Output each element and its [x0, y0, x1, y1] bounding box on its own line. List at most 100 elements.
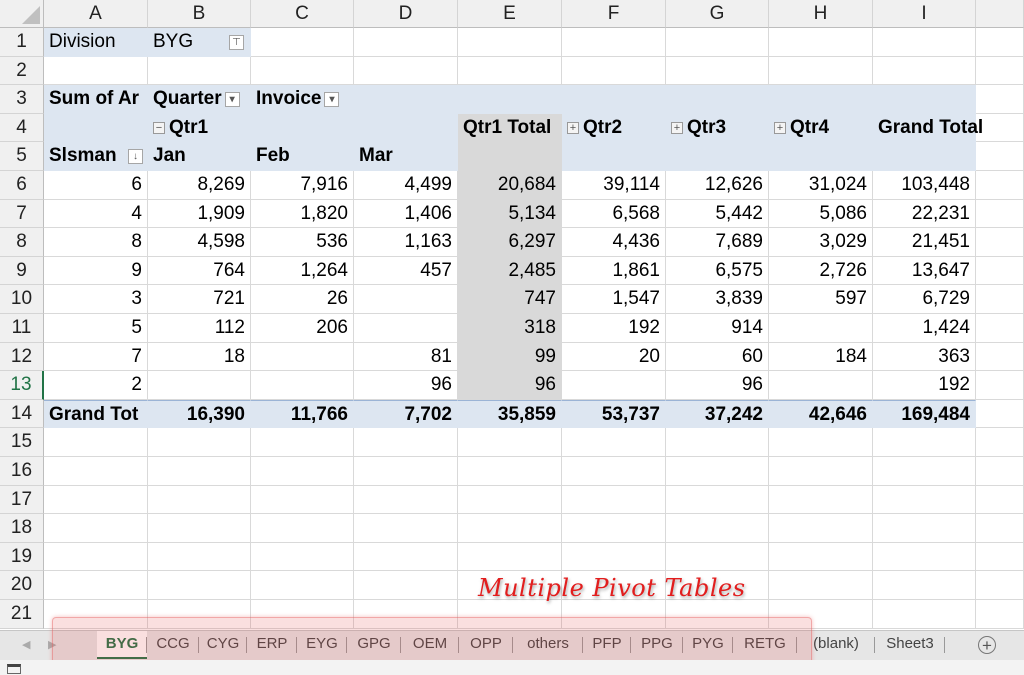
- value-cell[interactable]: 1,424: [873, 314, 976, 343]
- cell[interactable]: [354, 428, 458, 457]
- value-cell[interactable]: 1,861: [562, 256, 666, 286]
- collapse-icon[interactable]: −: [153, 121, 165, 134]
- cell[interactable]: [873, 428, 976, 457]
- sheet-tab-eyg[interactable]: EYG: [297, 631, 347, 659]
- column-header-b[interactable]: B: [148, 0, 251, 28]
- cell[interactable]: [251, 485, 354, 515]
- cell[interactable]: [976, 485, 1024, 515]
- row-header-13[interactable]: 13: [0, 371, 44, 400]
- cell[interactable]: [251, 542, 354, 572]
- salesman-id-cell[interactable]: 8: [44, 228, 148, 257]
- sort-filter-icon[interactable]: ↓: [128, 149, 143, 165]
- sheet-tab-retg[interactable]: RETG: [733, 631, 797, 659]
- cell[interactable]: [251, 600, 354, 629]
- invoice-field-header[interactable]: Invoice ▾: [251, 85, 354, 114]
- value-cell[interactable]: 6,575: [666, 256, 769, 286]
- cell[interactable]: [976, 28, 1024, 57]
- sheet-tab-cyg[interactable]: CYG: [199, 631, 247, 659]
- cell[interactable]: [976, 371, 1024, 400]
- row-header-20[interactable]: 20: [0, 571, 44, 600]
- cell[interactable]: [976, 85, 1024, 114]
- column-header-g[interactable]: G: [666, 0, 769, 28]
- column-header-h[interactable]: H: [769, 0, 873, 28]
- cell[interactable]: [562, 600, 666, 629]
- macro-record-icon[interactable]: [7, 664, 21, 674]
- cell[interactable]: [354, 56, 458, 86]
- value-cell[interactable]: 1,909: [148, 199, 251, 229]
- cell[interactable]: [769, 485, 873, 515]
- cell[interactable]: [976, 171, 1024, 200]
- row-header-6[interactable]: 6: [0, 171, 44, 200]
- cell[interactable]: [769, 56, 873, 86]
- value-cell[interactable]: 1,547: [562, 285, 666, 314]
- value-cell[interactable]: 31,024: [769, 171, 873, 200]
- value-cell[interactable]: [354, 314, 458, 343]
- sheet-tab-oem[interactable]: OEM: [401, 631, 459, 659]
- grand-total-value[interactable]: 42,646: [769, 399, 873, 429]
- value-cell[interactable]: 206: [251, 314, 354, 343]
- value-cell[interactable]: 536: [251, 228, 354, 257]
- value-cell[interactable]: 6,729: [873, 285, 976, 314]
- cell[interactable]: [873, 600, 976, 629]
- value-cell[interactable]: 99: [458, 342, 562, 372]
- value-cell[interactable]: 363: [873, 342, 976, 372]
- cell[interactable]: [44, 514, 148, 543]
- cell[interactable]: [458, 485, 562, 515]
- cell[interactable]: [976, 428, 1024, 457]
- column-header-d[interactable]: D: [354, 0, 458, 28]
- value-cell[interactable]: [562, 371, 666, 400]
- value-cell[interactable]: 13,647: [873, 256, 976, 286]
- cell[interactable]: [666, 28, 769, 57]
- cell[interactable]: [562, 457, 666, 486]
- expand-icon[interactable]: +: [774, 121, 786, 134]
- value-cell[interactable]: 18: [148, 342, 251, 372]
- cell[interactable]: [354, 542, 458, 572]
- column-header-f[interactable]: F: [562, 0, 666, 28]
- expand-icon[interactable]: +: [671, 121, 683, 134]
- column-header-j[interactable]: [976, 0, 1024, 28]
- cell[interactable]: [976, 571, 1024, 600]
- grand-total-value[interactable]: 53,737: [562, 399, 666, 429]
- row-header-15[interactable]: 15: [0, 428, 44, 457]
- cell[interactable]: [251, 56, 354, 86]
- cell[interactable]: [976, 285, 1024, 314]
- cell[interactable]: [666, 514, 769, 543]
- cell[interactable]: [976, 399, 1024, 429]
- value-cell[interactable]: 7,916: [251, 171, 354, 200]
- cell[interactable]: [354, 28, 458, 57]
- value-cell[interactable]: 5,442: [666, 199, 769, 229]
- cell[interactable]: [354, 571, 458, 600]
- value-cell[interactable]: 96: [458, 371, 562, 400]
- cell[interactable]: [666, 457, 769, 486]
- row-header-5[interactable]: 5: [0, 142, 44, 171]
- cell[interactable]: [769, 428, 873, 457]
- value-cell[interactable]: 1,820: [251, 199, 354, 229]
- row-header-11[interactable]: 11: [0, 314, 44, 343]
- cell[interactable]: [976, 199, 1024, 229]
- cell[interactable]: [44, 56, 148, 86]
- qtr4-header[interactable]: + Qtr4: [769, 113, 873, 143]
- sheet-tab-byg[interactable]: BYG: [97, 631, 147, 659]
- cell[interactable]: [458, 28, 562, 57]
- add-sheet-button[interactable]: +: [978, 636, 996, 654]
- value-cell[interactable]: 20: [562, 342, 666, 372]
- scroll-tabs-right-icon[interactable]: ▶: [48, 638, 56, 651]
- cell[interactable]: [458, 514, 562, 543]
- cell[interactable]: [148, 56, 251, 86]
- sheet-tab-opp[interactable]: OPP: [459, 631, 513, 659]
- value-cell[interactable]: 6,297: [458, 228, 562, 257]
- value-cell[interactable]: 112: [148, 314, 251, 343]
- value-cell[interactable]: 318: [458, 314, 562, 343]
- cell[interactable]: [44, 571, 148, 600]
- cell[interactable]: [666, 600, 769, 629]
- cell[interactable]: [44, 457, 148, 486]
- cell[interactable]: [873, 571, 976, 600]
- cell[interactable]: [769, 542, 873, 572]
- cell[interactable]: [873, 542, 976, 572]
- cell[interactable]: [562, 514, 666, 543]
- value-cell[interactable]: 764: [148, 256, 251, 286]
- value-cell[interactable]: 39,114: [562, 171, 666, 200]
- cell[interactable]: [666, 542, 769, 572]
- sheet-tab-erp[interactable]: ERP: [247, 631, 297, 659]
- row-header-1[interactable]: 1: [0, 28, 44, 57]
